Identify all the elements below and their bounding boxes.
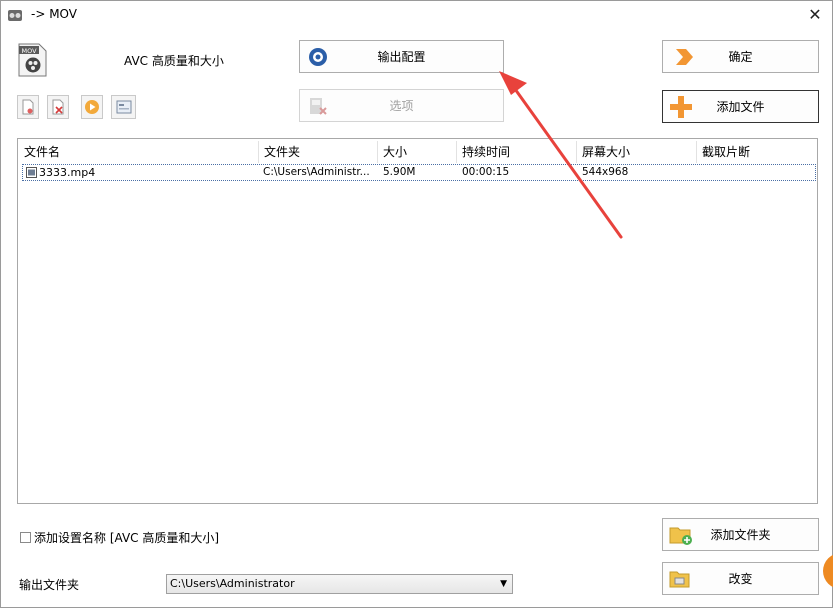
add-folder-button[interactable]: 添加文件夹 — [662, 518, 819, 551]
play-icon — [85, 100, 99, 114]
output-config-button[interactable]: 输出配置 — [299, 40, 504, 73]
remove-file-icon — [22, 99, 34, 115]
media-info-button[interactable] — [111, 95, 136, 119]
folder-add-icon — [669, 527, 692, 545]
column-header-filename[interactable]: 文件名 — [19, 141, 259, 163]
file-list[interactable]: 文件名 文件夹 大小 持续时间 屏幕大小 截取片断 3333.mp4 C:\Us… — [17, 138, 818, 504]
output-folder-dropdown[interactable]: C:\Users\Administrator ▼ — [166, 574, 513, 594]
format-badge-text: MOV — [21, 47, 37, 55]
column-header-clip[interactable]: 截取片断 — [697, 141, 816, 163]
mov-format-icon: MOV — [18, 43, 47, 77]
add-plus-icon — [670, 95, 692, 118]
play-button[interactable] — [81, 95, 103, 119]
add-folder-label: 添加文件夹 — [710, 528, 771, 542]
change-button[interactable]: 改变 — [662, 562, 819, 595]
video-file-icon — [26, 167, 37, 178]
output-folder-value: C:\Users\Administrator — [170, 577, 295, 590]
orange-circle-icon — [823, 553, 833, 589]
checkbox-box[interactable] — [20, 532, 31, 543]
cell-size: 5.90M — [383, 166, 416, 178]
confirm-label: 确定 — [728, 50, 753, 64]
cell-clip — [702, 165, 812, 180]
add-file-button[interactable]: 添加文件 — [662, 90, 819, 123]
app-icon — [8, 10, 22, 21]
column-header-screen-size[interactable]: 屏幕大小 — [577, 141, 697, 163]
clear-list-button[interactable] — [47, 95, 69, 119]
media-info-icon — [116, 100, 131, 114]
table-row[interactable]: 3333.mp4 C:\Users\Administr... 5.90M 00:… — [22, 164, 816, 181]
options-button[interactable]: 选项 — [299, 89, 504, 122]
add-setting-name-label: 添加设置名称 [AVC 高质量和大小] — [34, 531, 220, 545]
output-config-label: 输出配置 — [377, 50, 426, 64]
change-folder-icon — [669, 571, 690, 587]
window-title: -> MOV — [31, 7, 77, 21]
profile-name: AVC 高质量和大小 — [124, 54, 224, 68]
clear-list-icon — [52, 99, 64, 115]
column-header-folder[interactable]: 文件夹 — [259, 141, 378, 163]
column-header-size[interactable]: 大小 — [378, 141, 457, 163]
cell-filename: 3333.mp4 — [39, 166, 96, 179]
remove-item-button[interactable] — [17, 95, 39, 119]
dropdown-arrow-icon: ▼ — [500, 579, 507, 589]
converter-window: -> MOV ✕ MOV AVC 高质量和大小 输出配置 确定 选项 添加文件 … — [0, 0, 833, 608]
output-folder-label: 输出文件夹 — [19, 578, 80, 592]
add-setting-name-checkbox[interactable]: 添加设置名称 [AVC 高质量和大小] — [20, 529, 219, 546]
confirm-arrow-icon — [676, 48, 693, 65]
list-header: 文件名 文件夹 大小 持续时间 屏幕大小 截取片断 — [19, 141, 816, 163]
close-button[interactable]: ✕ — [804, 4, 826, 26]
options-label: 选项 — [389, 99, 414, 113]
cell-screen-size: 544x968 — [582, 166, 629, 178]
add-file-label: 添加文件 — [716, 100, 765, 114]
cell-duration: 00:00:15 — [462, 166, 510, 178]
options-film-icon — [310, 97, 327, 115]
title-bar: -> MOV ✕ — [1, 1, 832, 29]
change-label: 改变 — [728, 572, 753, 586]
cell-folder: C:\Users\Administr... — [263, 166, 370, 178]
column-header-duration[interactable]: 持续时间 — [457, 141, 577, 163]
output-config-icon — [309, 47, 327, 66]
confirm-button[interactable]: 确定 — [662, 40, 819, 73]
